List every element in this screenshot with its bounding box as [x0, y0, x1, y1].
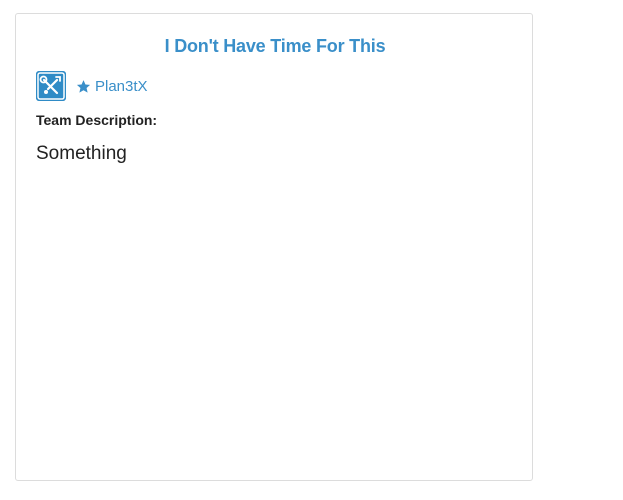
team-member-row: Plan3tX	[36, 71, 148, 101]
member-avatar[interactable]	[36, 71, 66, 101]
wrench-tools-avatar-icon	[36, 71, 66, 101]
star-icon	[76, 79, 91, 93]
team-card: I Don't Have Time For This Plan3tX Team …	[15, 13, 533, 481]
member-name-link[interactable]: Plan3tX	[95, 78, 148, 95]
description-text: Something	[36, 143, 127, 164]
description-label: Team Description:	[36, 112, 158, 128]
team-title: I Don't Have Time For This	[164, 36, 386, 56]
